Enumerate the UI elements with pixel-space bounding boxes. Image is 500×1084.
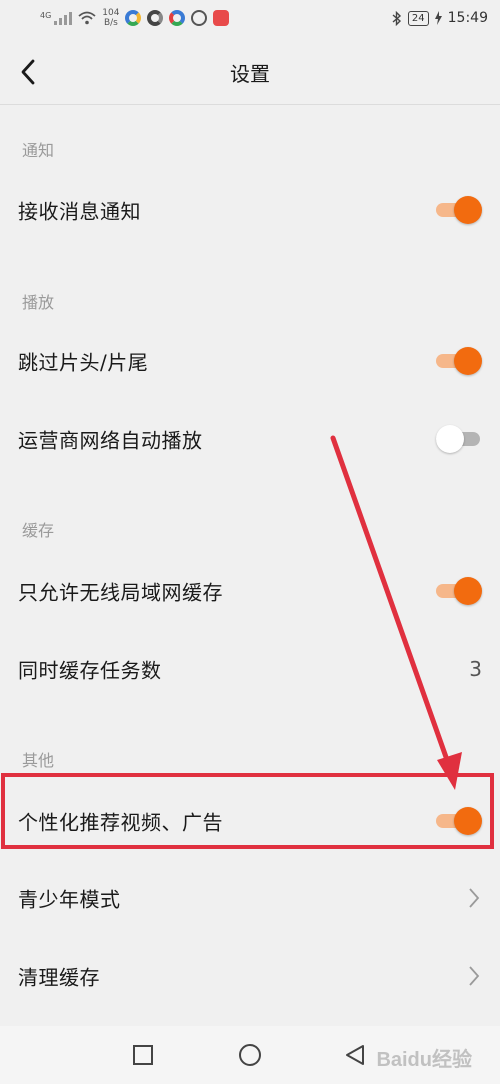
square-icon	[133, 1045, 153, 1065]
toggle-switch[interactable]	[436, 347, 482, 375]
network-speed: 104 B/s	[102, 8, 120, 28]
row-carrier-autoplay[interactable]: 运营商网络自动播放	[0, 401, 500, 477]
section-label-notify: 通知	[22, 141, 55, 160]
section-label-cache: 缓存	[22, 521, 55, 540]
toggle-switch[interactable]	[436, 577, 482, 605]
row-wlan-only-cache[interactable]: 只允许无线局域网缓存	[0, 553, 500, 629]
section-label-other: 其他	[22, 751, 55, 770]
row-label: 只允许无线局域网缓存	[18, 580, 223, 605]
status-right: 24 15:49	[392, 10, 488, 26]
row-label: 同时缓存任务数	[18, 658, 162, 683]
status-left: 4G 104 B/s	[40, 8, 230, 28]
back-nav-button[interactable]	[340, 1040, 370, 1070]
toggle-switch[interactable]	[436, 196, 482, 224]
header: 设置	[0, 40, 500, 105]
row-value: 3	[469, 657, 482, 681]
wifi-icon	[78, 11, 96, 25]
toggle-knob	[454, 347, 482, 375]
toggle-switch[interactable]	[436, 425, 482, 453]
annotation-highlight-box	[1, 773, 494, 849]
triangle-back-icon	[346, 1045, 364, 1065]
app-notification-icon	[147, 10, 164, 26]
row-concurrent-cache-tasks[interactable]: 同时缓存任务数 3	[0, 631, 500, 707]
row-label: 接收消息通知	[18, 199, 141, 224]
battery-icon: 24	[407, 10, 429, 26]
row-label: 运营商网络自动播放	[18, 428, 203, 453]
app-notification-icon	[213, 10, 230, 26]
row-label: 跳过片头/片尾	[18, 350, 149, 375]
app-notification-icon	[191, 10, 208, 26]
watermark: Baidu经验	[376, 1049, 472, 1071]
home-button[interactable]	[235, 1040, 265, 1070]
row-label: 青少年模式	[18, 887, 121, 912]
toggle-knob	[454, 577, 482, 605]
chevron-right-icon	[469, 966, 480, 986]
recents-button[interactable]	[128, 1040, 158, 1070]
app-notification-icon	[169, 10, 186, 26]
row-receive-notifications[interactable]: 接收消息通知	[0, 172, 500, 248]
clock: 15:49	[447, 10, 488, 26]
row-clear-cache[interactable]: 清理缓存	[0, 938, 500, 1014]
section-label-playback: 播放	[22, 293, 55, 312]
charging-icon	[434, 11, 442, 25]
chevron-right-icon	[469, 888, 480, 908]
app-notification-icon	[125, 10, 142, 26]
circle-icon	[239, 1044, 261, 1066]
status-bar: 4G 104 B/s 24 15:49	[0, 0, 500, 40]
row-skip-intro-outro[interactable]: 跳过片头/片尾	[0, 323, 500, 399]
toggle-knob	[436, 425, 464, 453]
toggle-knob	[454, 196, 482, 224]
row-label: 清理缓存	[18, 965, 100, 990]
bluetooth-icon	[392, 10, 401, 26]
system-nav-bar: Baidu经验	[0, 1026, 500, 1084]
screen: 4G 104 B/s 24 15:49 设置 通知 接收消息通知 播放 跳过片头…	[0, 0, 500, 1084]
page-title: 设置	[230, 62, 270, 86]
row-teen-mode[interactable]: 青少年模式	[0, 860, 500, 936]
signal-icon: 4G	[40, 11, 73, 25]
